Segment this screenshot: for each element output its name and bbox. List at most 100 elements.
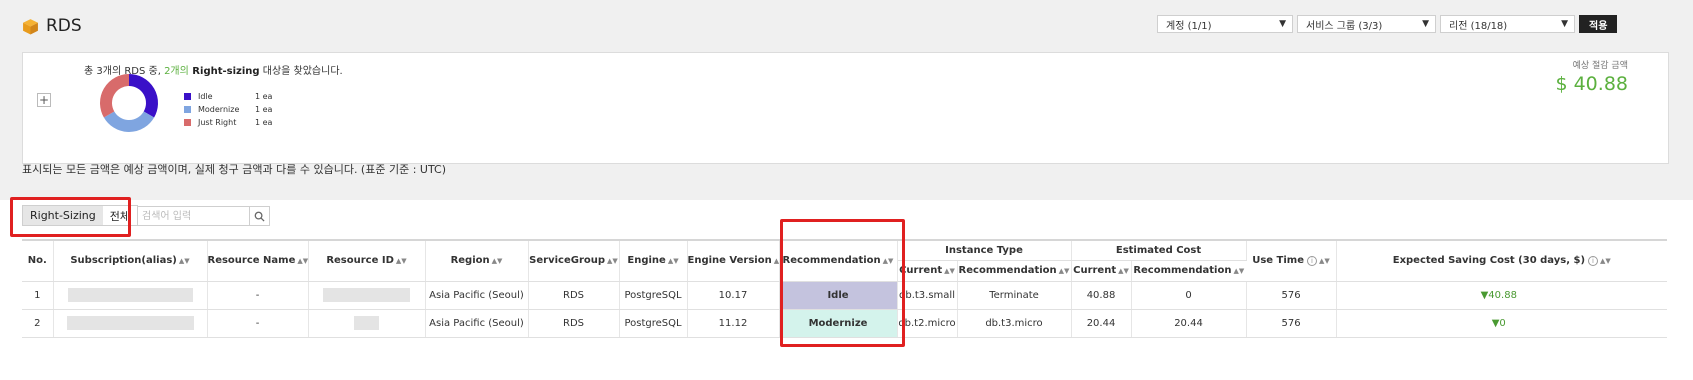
sort-icon: ▲▼ xyxy=(491,257,503,266)
page-header: RDS xyxy=(22,16,82,36)
cell-engine-version: 11.12 xyxy=(687,309,780,338)
cell-engine: PostgreSQL xyxy=(619,281,688,310)
region-select[interactable]: 리전 (18/18) ▼ xyxy=(1440,15,1575,33)
sort-icon: ▲▼ xyxy=(1118,267,1129,275)
sort-icon: ▲▼ xyxy=(395,257,407,266)
view-tabs: Right-Sizing 전체 xyxy=(22,205,139,226)
col-subscription-label: Subscription(alias) xyxy=(70,255,177,267)
recommendation-donut-chart xyxy=(100,74,158,132)
donut-slice-modernize xyxy=(103,111,155,132)
col-resource-name-label: Resource Name xyxy=(207,255,296,267)
col-engine-label: Engine xyxy=(627,255,666,267)
summary-message-count: 2개의 xyxy=(164,66,189,77)
col-group-instance-type-label: Instance Type xyxy=(945,244,1023,256)
cell-resource-id xyxy=(308,309,426,338)
sort-icon: ▲▼ xyxy=(1058,267,1070,275)
col-use-time[interactable]: Use Time i ▲▼ xyxy=(1246,239,1337,282)
legend-count: 1 ea xyxy=(255,92,273,101)
summary-message-post: 대상을 찾았습니다. xyxy=(259,66,343,77)
sort-icon: ▲▼ xyxy=(944,267,955,275)
cell-region: Asia Pacific (Seoul) xyxy=(425,309,529,338)
info-icon[interactable]: i xyxy=(1307,256,1318,267)
cell-instance-recommendation: db.t3.micro xyxy=(957,309,1072,338)
cell-use-time: 576 xyxy=(1246,309,1337,338)
cell-recommendation-idle: Idle xyxy=(779,281,898,310)
sort-icon: ▲▼ xyxy=(1319,257,1330,266)
col-no-label: No. xyxy=(27,255,47,267)
col-cost-recommendation-label: Recommendation xyxy=(1133,265,1232,276)
table-row[interactable]: 2 - Asia Pacific (Seoul) RDS PostgreSQL … xyxy=(22,309,1668,338)
legend-label: Modernize xyxy=(198,105,240,114)
cell-subscription xyxy=(53,309,208,338)
col-group-estimated-cost: Estimated Cost xyxy=(1071,239,1247,261)
col-group-instance-type: Instance Type xyxy=(897,239,1072,261)
monthly-saving-label: 예상 절감 금액 xyxy=(1572,61,1628,71)
col-cost-current-label: Current xyxy=(1073,265,1117,276)
rightsizing-table: No. Subscription(alias) ▲▼ Resource Name ▲… xyxy=(22,239,1668,338)
cell-resource-id xyxy=(308,281,426,310)
table-row[interactable]: 1 - Asia Pacific (Seoul) RDS PostgreSQL … xyxy=(22,281,1668,310)
info-icon[interactable]: i xyxy=(1588,256,1599,267)
redacted-value xyxy=(323,288,410,302)
search-input[interactable] xyxy=(137,206,249,226)
col-service-group-label: ServiceGroup xyxy=(529,255,606,267)
service-group-select[interactable]: 서비스 그룹 (3/3) ▼ xyxy=(1297,15,1436,33)
top-panel: RDS 계정 (1/1) ▼ 서비스 그룹 (3/3) ▼ 리전 (18/18)… xyxy=(0,0,1693,200)
col-cost-recommendation[interactable]: Recommendation ▲▼ xyxy=(1131,260,1247,282)
col-instance-recommendation[interactable]: Recommendation ▲▼ xyxy=(957,260,1072,282)
cell-no: 2 xyxy=(22,309,54,338)
col-resource-id[interactable]: Resource ID ▲▼ xyxy=(308,239,426,282)
cell-recommendation-modernize: Modernize xyxy=(779,309,898,338)
legend-swatch xyxy=(184,119,191,126)
col-recommendation[interactable]: Recommendation ▲▼ xyxy=(779,239,898,282)
cell-cost-current: 40.88 xyxy=(1071,281,1132,310)
search-button[interactable] xyxy=(249,206,270,226)
summary-card: 총 3개의 RDS 중, 2개의 Right-sizing 대상을 찾았습니다.… xyxy=(22,52,1669,164)
sort-icon: ▲▼ xyxy=(1233,267,1245,275)
legend-item-modernize: Modernize 1 ea xyxy=(184,103,272,116)
col-engine-version[interactable]: Engine Version▲▼ xyxy=(687,239,780,282)
tab-right-sizing[interactable]: Right-Sizing xyxy=(23,206,103,225)
donut-slice-idle xyxy=(128,74,158,118)
chevron-down-icon: ▼ xyxy=(1279,19,1286,29)
col-cost-current[interactable]: Current ▲▼ xyxy=(1071,260,1132,282)
col-engine-version-label: Engine Version xyxy=(687,255,772,267)
cell-subscription xyxy=(53,281,208,310)
box-icon xyxy=(23,18,38,34)
col-instance-current[interactable]: Current ▲▼ xyxy=(897,260,958,282)
sort-icon: ▲▼ xyxy=(607,257,618,266)
chevron-down-icon: ▼ xyxy=(1422,19,1429,29)
account-select[interactable]: 계정 (1/1) ▼ xyxy=(1157,15,1293,33)
cell-service-group: RDS xyxy=(528,281,620,310)
filter-bar: 계정 (1/1) ▼ 서비스 그룹 (3/3) ▼ 리전 (18/18) ▼ 적… xyxy=(1157,15,1618,33)
sort-icon: ▲▼ xyxy=(178,257,190,266)
legend-count: 1 ea xyxy=(255,118,273,127)
sort-icon: ▲▼ xyxy=(773,257,779,266)
cell-cost-current: 20.44 xyxy=(1071,309,1132,338)
apply-button[interactable]: 적용 xyxy=(1579,15,1618,33)
expand-button[interactable]: + xyxy=(37,93,51,107)
tab-all[interactable]: 전체 xyxy=(103,206,137,225)
chart-legend: Idle 1 ea Modernize 1 ea Just Right 1 ea xyxy=(184,90,272,129)
col-group-estimated-cost-label: Estimated Cost xyxy=(1115,244,1202,256)
legend-item-just-right: Just Right 1 ea xyxy=(184,116,272,129)
saving-value: 0 xyxy=(1499,317,1506,329)
cell-instance-current: db.t3.small xyxy=(897,281,958,310)
search-box xyxy=(137,206,270,226)
header-row-1: No. Subscription(alias) ▲▼ Resource Name ▲… xyxy=(22,239,1668,282)
col-engine[interactable]: Engine ▲▼ xyxy=(619,239,688,282)
col-resource-name[interactable]: Resource Name ▲▼ xyxy=(207,239,309,282)
cell-use-time: 576 xyxy=(1246,281,1337,310)
redacted-value xyxy=(67,288,193,302)
search-icon xyxy=(254,211,265,222)
col-region-label: Region xyxy=(450,255,490,267)
saving-value: 40.88 xyxy=(1488,289,1517,301)
col-service-group[interactable]: ServiceGroup ▲▼ xyxy=(528,239,620,282)
col-subscription[interactable]: Subscription(alias) ▲▼ xyxy=(53,239,208,282)
cell-no: 1 xyxy=(22,281,54,310)
col-expected-saving[interactable]: Expected Saving Cost (30 days, $) i ▲▼ xyxy=(1336,239,1668,282)
redacted-value xyxy=(354,316,379,330)
col-region[interactable]: Region ▲▼ xyxy=(425,239,529,282)
cell-cost-recommendation: 0 xyxy=(1131,281,1247,310)
col-resource-id-label: Resource ID xyxy=(326,255,394,267)
